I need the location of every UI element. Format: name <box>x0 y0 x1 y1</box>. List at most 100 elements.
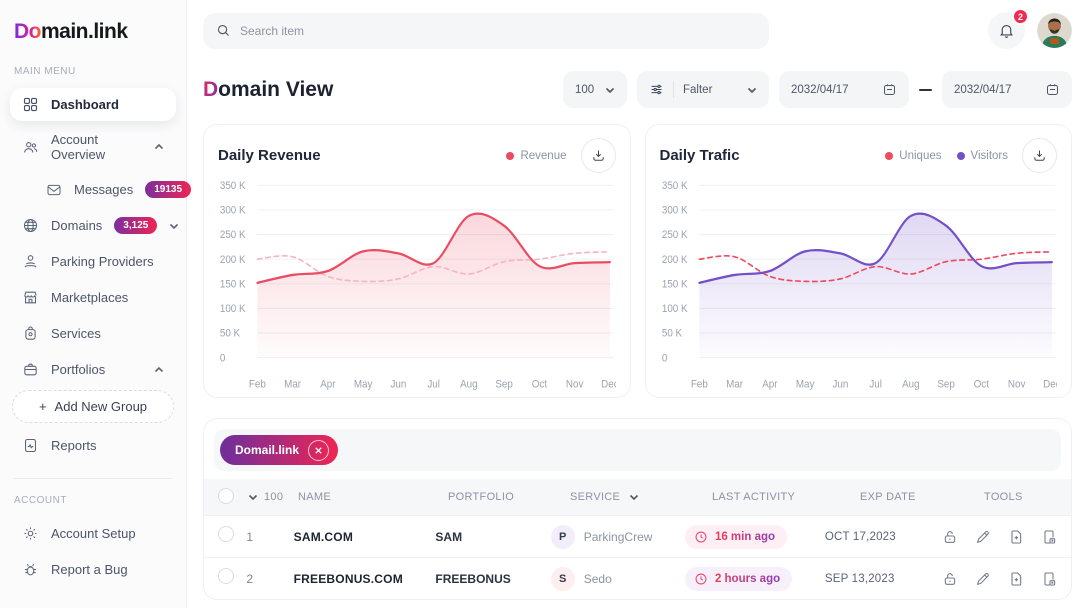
domain-name[interactable]: SAM.COM <box>294 530 436 544</box>
sidebar-item-marketplaces[interactable]: Marketplaces <box>10 281 176 314</box>
charts-row: Daily Revenue Revenue 050 K100 K150 K200… <box>203 124 1072 398</box>
sidebar-item-label: Account Setup <box>51 526 136 541</box>
service-name: ParkingCrew <box>584 530 653 544</box>
download-icon <box>1032 148 1047 163</box>
domain-name[interactable]: FREEBONUS.COM <box>294 572 436 586</box>
filter-label: Falter <box>683 84 712 96</box>
filter-chip-domail-link[interactable]: Domail.link <box>220 435 338 465</box>
exp-date-value: SEP 13,2023 <box>825 573 942 585</box>
add-new-group-button[interactable]: + Add New Group <box>12 390 174 423</box>
column-header-name[interactable]: NAME <box>298 491 448 503</box>
per-page-select[interactable]: 100 <box>563 71 627 108</box>
column-header-exp-date[interactable]: EXP DATE <box>860 491 984 503</box>
export-file-button[interactable] <box>1041 529 1057 545</box>
service-name: Sedo <box>584 572 612 586</box>
service-cell: S Sedo <box>551 567 685 591</box>
people-icon <box>22 139 39 156</box>
service-initial-badge: P <box>551 525 575 549</box>
pencil-icon <box>975 529 991 545</box>
sidebar-item-services[interactable]: Services <box>10 317 176 350</box>
column-header-portfolio[interactable]: PORTFOLIO <box>448 491 570 503</box>
add-file-button[interactable] <box>1008 571 1024 587</box>
services-icon <box>22 325 39 342</box>
svg-text:350 K: 350 K <box>220 181 246 193</box>
sidebar-item-label: Portfolios <box>51 362 105 377</box>
export-file-button[interactable] <box>1041 571 1057 587</box>
sidebar-item-parking-providers[interactable]: Parking Providers <box>10 245 176 278</box>
svg-text:250 K: 250 K <box>220 230 246 242</box>
sidebar-item-label: Reports <box>51 438 97 453</box>
parking-provider-icon <box>22 253 39 270</box>
topbar-actions: 2 <box>988 12 1072 49</box>
user-avatar[interactable] <box>1037 13 1072 48</box>
row-checkbox[interactable] <box>218 568 234 584</box>
date-to-picker[interactable]: 2032/04/17 <box>942 71 1072 108</box>
table-header-row: 100 NAME PORTFOLIO SERVICE LAST ACTIVITY… <box>204 479 1071 515</box>
briefcase-icon <box>22 361 39 378</box>
svg-text:Mar: Mar <box>726 379 743 391</box>
row-number-cell: 1 <box>246 530 293 544</box>
daily-revenue-chart: 050 K100 K150 K200 K250 K300 K350 KFebMa… <box>218 175 616 395</box>
messages-count-badge: 19135 <box>145 181 191 198</box>
download-icon <box>591 148 606 163</box>
row-checkbox[interactable] <box>218 526 234 542</box>
sidebar-item-label: Services <box>51 326 101 341</box>
add-file-button[interactable] <box>1008 529 1024 545</box>
notifications-button[interactable]: 2 <box>988 12 1025 49</box>
svg-text:Dec: Dec <box>601 379 615 391</box>
svg-text:Jul: Jul <box>427 379 440 391</box>
count-sort-cell[interactable]: 100 <box>248 491 298 503</box>
download-chart-button[interactable] <box>581 138 616 173</box>
svg-text:200 K: 200 K <box>220 254 246 266</box>
sidebar-item-reports[interactable]: Reports <box>10 429 176 462</box>
sidebar-item-portfolios[interactable]: Portfolios <box>10 353 176 386</box>
per-page-value: 100 <box>575 84 594 96</box>
chevron-down-icon <box>605 85 615 95</box>
download-chart-button[interactable] <box>1022 138 1057 173</box>
column-header-tools: TOOLS <box>984 491 1057 503</box>
sidebar-item-label: Account Overview <box>51 132 142 162</box>
select-all-cell <box>218 488 248 507</box>
legend-label: Visitors <box>971 150 1009 162</box>
column-header-service[interactable]: SERVICE <box>570 491 712 503</box>
sidebar-item-account-overview[interactable]: Account Overview <box>10 124 176 170</box>
date-from-picker[interactable]: 2032/04/17 <box>779 71 909 108</box>
lock-button[interactable] <box>942 529 958 545</box>
chevron-up-icon <box>154 365 164 375</box>
svg-text:Aug: Aug <box>460 379 478 391</box>
plus-icon: + <box>39 399 47 414</box>
sidebar-item-account-setup[interactable]: Account Setup <box>10 517 176 550</box>
svg-text:Sep: Sep <box>937 379 955 391</box>
edit-button[interactable] <box>975 529 991 545</box>
sidebar: Domain.link MAIN MENU Dashboard Account … <box>0 0 187 608</box>
row-number: 2 <box>246 572 253 586</box>
row-number: 1 <box>246 530 253 544</box>
sidebar-item-dashboard[interactable]: Dashboard <box>10 88 176 121</box>
search-icon <box>216 23 231 38</box>
svg-text:50 K: 50 K <box>661 328 681 340</box>
page-title-rest: omain View <box>218 78 333 101</box>
svg-text:Nov: Nov <box>1007 379 1025 391</box>
sidebar-item-label: Dashboard <box>51 97 119 112</box>
sidebar-item-messages[interactable]: Messages 19135 <box>34 173 176 206</box>
search-input[interactable] <box>240 24 756 38</box>
filter-dropdown[interactable]: Falter <box>637 71 769 108</box>
column-header-last-activity[interactable]: LAST ACTIVITY <box>712 491 860 503</box>
select-all-checkbox[interactable] <box>218 488 234 504</box>
sidebar-item-report-a-bug[interactable]: Report a Bug <box>10 553 176 586</box>
lock-icon <box>942 529 958 545</box>
table-filter-toolbar: Domail.link <box>214 429 1061 471</box>
svg-text:May: May <box>795 379 814 391</box>
sidebar-item-domains[interactable]: Domains 3,125 <box>10 209 176 242</box>
search-box[interactable] <box>203 13 769 49</box>
edit-button[interactable] <box>975 571 991 587</box>
last-activity-cell: 16 min ago <box>685 525 825 549</box>
svg-text:Dec: Dec <box>1043 379 1057 391</box>
add-new-group-label: Add New Group <box>55 399 148 414</box>
notification-count-badge: 2 <box>1012 8 1029 25</box>
svg-text:50 K: 50 K <box>220 328 240 340</box>
remove-filter-icon[interactable] <box>308 440 329 461</box>
row-number-cell: 2 <box>246 572 293 586</box>
lock-button[interactable] <box>942 571 958 587</box>
chart-legend: Uniques Visitors <box>885 150 1008 162</box>
